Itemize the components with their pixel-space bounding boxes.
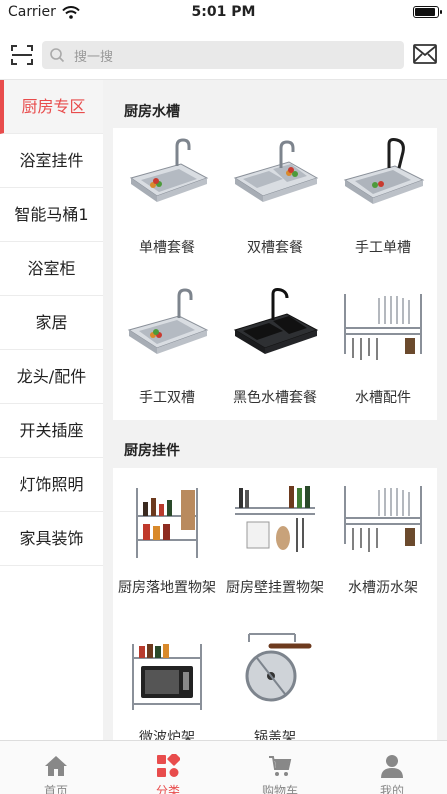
floor-shelf-icon bbox=[136, 488, 198, 558]
microwave-rack-icon bbox=[132, 644, 202, 710]
product-item[interactable]: 水槽配件 bbox=[329, 278, 437, 418]
product-item[interactable]: 厨房壁挂置物架 bbox=[221, 468, 329, 608]
search-input[interactable]: 搜一搜 bbox=[42, 41, 404, 69]
product-label: 水槽沥水架 bbox=[348, 580, 418, 596]
scan-icon[interactable] bbox=[10, 43, 34, 67]
sink-grid: 单槽套餐 双槽套餐 手工单槽 手工双槽 黑色水槽套餐 水槽配件 bbox=[113, 128, 437, 420]
handmade-double-sink-icon bbox=[127, 288, 209, 354]
hanger-grid: 厨房落地置物架 厨房壁挂置物架 水槽沥水架 微波炉架 锅盖架 bbox=[113, 468, 437, 740]
handmade-single-sink-icon bbox=[343, 138, 425, 204]
product-label: 黑色水槽套餐 bbox=[233, 390, 317, 406]
tab-label: 我的 bbox=[379, 784, 404, 794]
product-label: 微波炉架 bbox=[139, 730, 195, 740]
single-sink-icon bbox=[129, 138, 209, 202]
home-icon bbox=[45, 756, 67, 776]
tab-label: 分类 bbox=[155, 784, 180, 794]
product-label: 手工单槽 bbox=[355, 240, 411, 256]
user-icon bbox=[381, 755, 403, 778]
category-content: 厨房水槽 单槽套餐 双槽套餐 手工单槽 手工双槽 黑色水槽套餐 水槽配件 厨房挂… bbox=[113, 80, 437, 740]
sidebar-item-bathroom-cabinet[interactable]: 浴室柜 bbox=[0, 242, 103, 296]
sidebar-item-faucets[interactable]: 龙头/配件 bbox=[0, 350, 103, 404]
sidebar-item-kitchen[interactable]: 厨房专区 bbox=[0, 80, 103, 134]
double-sink-icon bbox=[233, 140, 319, 202]
section-title: 厨房挂件 bbox=[124, 443, 180, 459]
product-item[interactable]: 手工双槽 bbox=[113, 278, 221, 418]
sidebar-item-furniture[interactable]: 家具装饰 bbox=[0, 512, 103, 566]
mail-icon[interactable] bbox=[413, 44, 437, 64]
sidebar-item-home[interactable]: 家居 bbox=[0, 296, 103, 350]
product-label: 锅盖架 bbox=[254, 730, 296, 740]
tab-home[interactable]: 首页 bbox=[0, 741, 112, 794]
sidebar-item-bathroom-accessories[interactable]: 浴室挂件 bbox=[0, 134, 103, 188]
sidebar-item-switches[interactable]: 开关插座 bbox=[0, 404, 103, 458]
tab-bar: 首页 分类 购物车 我的 bbox=[0, 740, 447, 794]
tab-profile[interactable]: 我的 bbox=[336, 741, 447, 794]
battery-icon bbox=[413, 6, 442, 18]
status-bar: Carrier 5:01 PM bbox=[0, 0, 447, 24]
product-label: 手工双槽 bbox=[139, 390, 195, 406]
tab-cart[interactable]: 购物车 bbox=[224, 741, 336, 794]
search-icon bbox=[50, 48, 65, 63]
category-sidebar: 厨房专区 浴室挂件 智能马桶1 浴室柜 家居 龙头/配件 开关插座 灯饰照明 家… bbox=[0, 80, 103, 740]
lid-rack-icon bbox=[245, 633, 312, 702]
section-title: 厨房水槽 bbox=[124, 104, 180, 120]
product-label: 厨房壁挂置物架 bbox=[226, 580, 324, 596]
product-label: 厨房落地置物架 bbox=[118, 580, 216, 596]
sidebar-item-lighting[interactable]: 灯饰照明 bbox=[0, 458, 103, 512]
product-item[interactable]: 手工单槽 bbox=[329, 128, 437, 268]
product-item[interactable]: 锅盖架 bbox=[221, 618, 329, 740]
drain-rack-icon bbox=[344, 486, 422, 552]
product-item[interactable]: 厨房落地置物架 bbox=[113, 468, 221, 608]
tab-label: 购物车 bbox=[261, 784, 298, 794]
tab-category[interactable]: 分类 bbox=[112, 741, 224, 794]
search-placeholder: 搜一搜 bbox=[74, 50, 114, 65]
product-label: 单槽套餐 bbox=[139, 240, 195, 256]
product-label: 水槽配件 bbox=[355, 390, 411, 406]
product-label: 双槽套餐 bbox=[247, 240, 303, 256]
sink-rack-icon bbox=[344, 294, 422, 360]
product-item[interactable]: 微波炉架 bbox=[113, 618, 221, 740]
wall-shelf-icon bbox=[235, 486, 315, 552]
product-item[interactable]: 黑色水槽套餐 bbox=[221, 278, 329, 418]
sidebar-item-smart-toilet[interactable]: 智能马桶1 bbox=[0, 188, 103, 242]
header: 搜一搜 bbox=[0, 24, 447, 80]
black-sink-icon bbox=[233, 288, 319, 354]
cart-icon bbox=[269, 756, 292, 776]
product-item[interactable]: 单槽套餐 bbox=[113, 128, 221, 268]
clock: 5:01 PM bbox=[191, 4, 256, 20]
product-item[interactable]: 水槽沥水架 bbox=[329, 468, 437, 608]
category-icon bbox=[157, 754, 180, 777]
tab-label: 首页 bbox=[43, 784, 68, 794]
product-item[interactable]: 双槽套餐 bbox=[221, 128, 329, 268]
